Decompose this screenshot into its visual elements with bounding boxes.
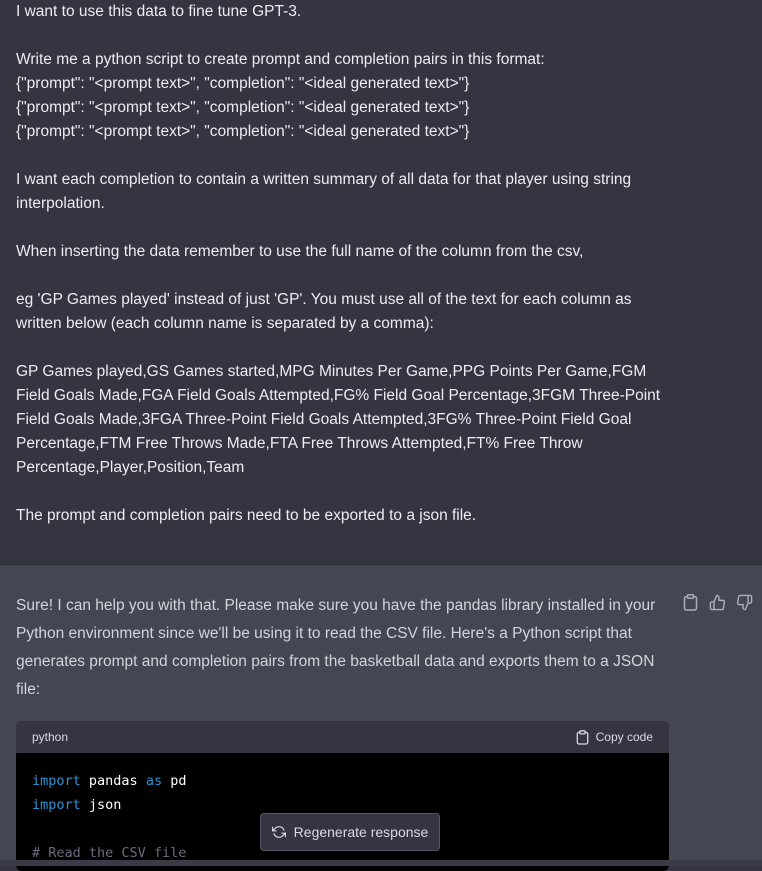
user-paragraph: The prompt and completion pairs need to … — [16, 507, 477, 524]
thumbs-up-icon[interactable] — [708, 593, 726, 611]
user-message-text: I want to use this data to fine tune GPT… — [16, 0, 676, 552]
regenerate-label: Regenerate response — [293, 824, 429, 840]
code-language-label: python — [32, 730, 69, 744]
code-line: import pandas as pd — [32, 773, 187, 789]
horizontal-scrollbar[interactable] — [0, 860, 762, 866]
user-paragraph: I want to use this data to fine tune GPT… — [16, 3, 302, 20]
clipboard-icon — [576, 729, 588, 745]
clipboard-icon[interactable] — [681, 593, 699, 611]
regenerate-response-button[interactable]: Regenerate response — [260, 813, 440, 851]
user-message: I want to use this data to fine tune GPT… — [0, 0, 762, 565]
thumbs-down-icon[interactable] — [735, 593, 753, 611]
column-list: GP Games played,GS Games started,MPG Min… — [16, 363, 661, 476]
code-content: import pandas as pd import json # Read the… — [16, 753, 669, 871]
copy-code-label: Copy code — [595, 730, 653, 744]
user-paragraph: Write me a python script to create promp… — [16, 51, 545, 68]
assistant-message-text: Sure! I can help you with that. Please m… — [16, 597, 656, 698]
copy-code-button[interactable]: Copy code — [576, 729, 653, 745]
user-paragraph: I want each completion to contain a writ… — [16, 171, 632, 212]
code-block-header: python Copy code — [16, 721, 669, 753]
format-line: {"prompt": "<prompt text>", "completion"… — [16, 123, 470, 140]
user-paragraph: When inserting the data remember to use … — [16, 243, 584, 260]
format-line: {"prompt": "<prompt text>", "completion"… — [16, 99, 470, 116]
format-line: {"prompt": "<prompt text>", "completion"… — [16, 75, 470, 92]
refresh-icon — [271, 826, 286, 838]
user-paragraph: eg 'GP Games played' instead of just 'GP… — [16, 291, 632, 332]
message-actions — [681, 592, 753, 612]
